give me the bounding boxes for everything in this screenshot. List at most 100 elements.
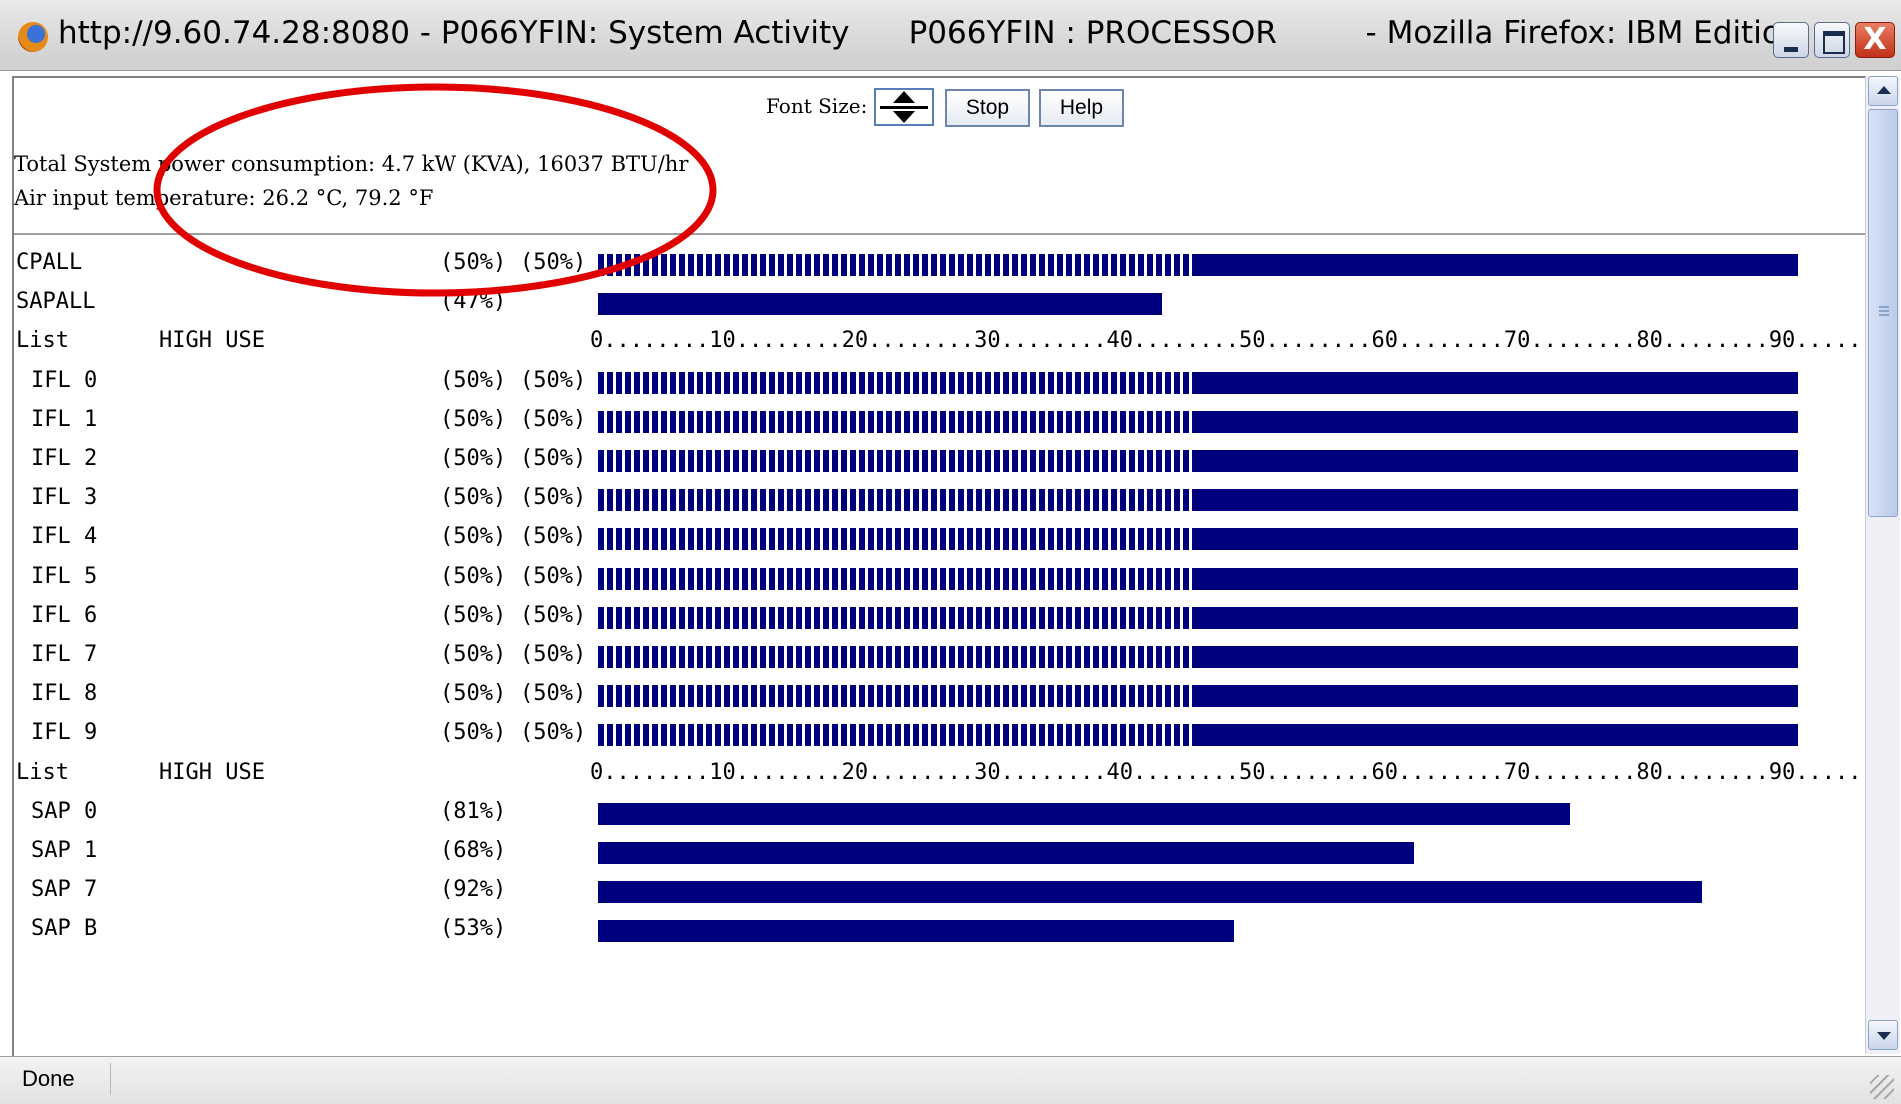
processor-label: IFL 5 xyxy=(31,564,98,589)
utilization-percent: (50%) xyxy=(440,603,507,628)
bar-striped-segment xyxy=(598,372,1198,394)
activity-row: CPALL (50%) (50%) xyxy=(14,246,1834,284)
firefox-icon xyxy=(18,22,48,52)
bar-solid-segment xyxy=(1198,568,1798,590)
bar-striped-segment xyxy=(598,646,1198,668)
status-divider xyxy=(110,1063,1861,1095)
bar-solid-segment xyxy=(1198,450,1798,472)
processor-label: IFL 1 xyxy=(31,407,98,432)
bar-solid-segment xyxy=(598,803,1570,825)
utilization-percent: (50%) xyxy=(440,524,507,549)
utilization-percent: (47%) xyxy=(440,289,507,314)
scroll-up-button[interactable] xyxy=(1868,76,1898,106)
percent-scale: 0........10........20........30........4… xyxy=(590,760,1869,785)
status-text: Done xyxy=(22,1066,75,1091)
utilization-percent: (50%) xyxy=(440,681,507,706)
activity-row: IFL 4 (50%) (50%) xyxy=(14,520,1834,558)
share-percent: (50%) xyxy=(520,720,587,745)
utilization-bar xyxy=(598,803,1570,825)
minimize-button[interactable] xyxy=(1773,22,1809,58)
activity-row: SAP 1 (68%) xyxy=(14,834,1834,872)
stop-button[interactable]: Stop xyxy=(945,89,1030,127)
utilization-percent: (50%) xyxy=(440,250,507,275)
processor-label: IFL 6 xyxy=(31,603,98,628)
bar-solid-segment xyxy=(1198,254,1798,276)
utilization-percent: (50%) xyxy=(440,368,507,393)
air-temperature-text: Air input temperature: 26.2 °C, 79.2 °F xyxy=(14,186,434,210)
processor-label: SAP 7 xyxy=(31,877,98,902)
activity-row: IFL 8 (50%) (50%) xyxy=(14,677,1834,715)
close-button[interactable]: X xyxy=(1855,22,1895,58)
share-percent: (50%) xyxy=(520,446,587,471)
separator-line xyxy=(14,233,1869,235)
processor-label: IFL 9 xyxy=(31,720,98,745)
utilization-bar xyxy=(598,489,1798,511)
utilization-percent: (50%) xyxy=(440,642,507,667)
resize-grip-icon[interactable] xyxy=(1870,1075,1894,1099)
stepper-divider xyxy=(880,106,928,109)
utilization-bar xyxy=(598,254,1798,276)
bar-solid-segment xyxy=(1198,372,1798,394)
processor-label: SAP 0 xyxy=(31,799,98,824)
activity-row: SAPALL (47%) xyxy=(14,285,1834,323)
bar-solid-segment xyxy=(1198,489,1798,511)
title-bar[interactable]: http://9.60.74.28:8080 - P066YFIN: Syste… xyxy=(0,0,1901,71)
activity-row: IFL 6 (50%) (50%) xyxy=(14,599,1834,637)
utilization-bar xyxy=(598,646,1798,668)
window-title: http://9.60.74.28:8080 - P066YFIN: Syste… xyxy=(58,15,1801,51)
processor-label: IFL 0 xyxy=(31,368,98,393)
processor-label: IFL 7 xyxy=(31,642,98,667)
bar-solid-segment xyxy=(1198,724,1798,746)
processor-label: IFL 4 xyxy=(31,524,98,549)
browser-window: http://9.60.74.28:8080 - P066YFIN: Syste… xyxy=(0,0,1901,1104)
processor-label: CPALL xyxy=(16,250,83,275)
bar-solid-segment xyxy=(1198,685,1798,707)
share-percent: (50%) xyxy=(520,681,587,706)
font-size-stepper[interactable] xyxy=(874,88,934,126)
grip-icon xyxy=(1879,306,1889,308)
list-header-row: List HIGH USE 0........10........20.......… xyxy=(14,756,1869,794)
bar-solid-segment xyxy=(598,881,1702,903)
utilization-percent: (50%) xyxy=(440,485,507,510)
activity-row: SAP 7 (92%) xyxy=(14,873,1834,911)
share-percent: (50%) xyxy=(520,250,587,275)
utilization-bar xyxy=(598,685,1798,707)
share-percent: (50%) xyxy=(520,642,587,667)
list-title: List xyxy=(16,760,69,785)
close-icon: X xyxy=(1863,22,1887,57)
activity-row: IFL 9 (50%) (50%) xyxy=(14,716,1834,754)
share-percent: (50%) xyxy=(520,524,587,549)
vertical-scrollbar[interactable] xyxy=(1865,76,1900,1054)
arrow-up-icon xyxy=(1877,86,1891,94)
utilization-bar xyxy=(598,568,1798,590)
utilization-percent: (92%) xyxy=(440,877,507,902)
arrow-up-icon[interactable] xyxy=(893,91,915,103)
utilization-bar xyxy=(598,528,1798,550)
utilization-bar xyxy=(598,293,1162,315)
maximize-button[interactable] xyxy=(1814,22,1850,58)
scroll-thumb[interactable] xyxy=(1868,109,1898,517)
help-button[interactable]: Help xyxy=(1039,89,1124,127)
share-percent: (50%) xyxy=(520,485,587,510)
utilization-bar xyxy=(598,411,1798,433)
bar-solid-segment xyxy=(1198,646,1798,668)
utilization-bar xyxy=(598,724,1798,746)
percent-scale: 0........10........20........30........4… xyxy=(590,328,1869,353)
activity-row: IFL 0 (50%) (50%) xyxy=(14,364,1834,402)
scroll-down-button[interactable] xyxy=(1868,1020,1898,1050)
activity-row: SAP B (53%) xyxy=(14,912,1834,950)
bar-striped-segment xyxy=(598,724,1198,746)
utilization-bar xyxy=(598,372,1798,394)
utilization-percent: (50%) xyxy=(440,720,507,745)
activity-row: SAP 0 (81%) xyxy=(14,795,1834,833)
power-consumption-text: Total System power consumption: 4.7 kW (… xyxy=(14,152,689,176)
high-use-header: HIGH USE xyxy=(159,328,265,353)
utilization-percent: (50%) xyxy=(440,564,507,589)
activity-row: IFL 1 (50%) (50%) xyxy=(14,403,1834,441)
arrow-down-icon[interactable] xyxy=(893,111,915,123)
bar-solid-segment xyxy=(598,842,1414,864)
bar-solid-segment xyxy=(598,920,1234,942)
bar-striped-segment xyxy=(598,450,1198,472)
processor-label: IFL 2 xyxy=(31,446,98,471)
page-content: Font Size: Stop Help Total System power … xyxy=(12,76,1869,1056)
